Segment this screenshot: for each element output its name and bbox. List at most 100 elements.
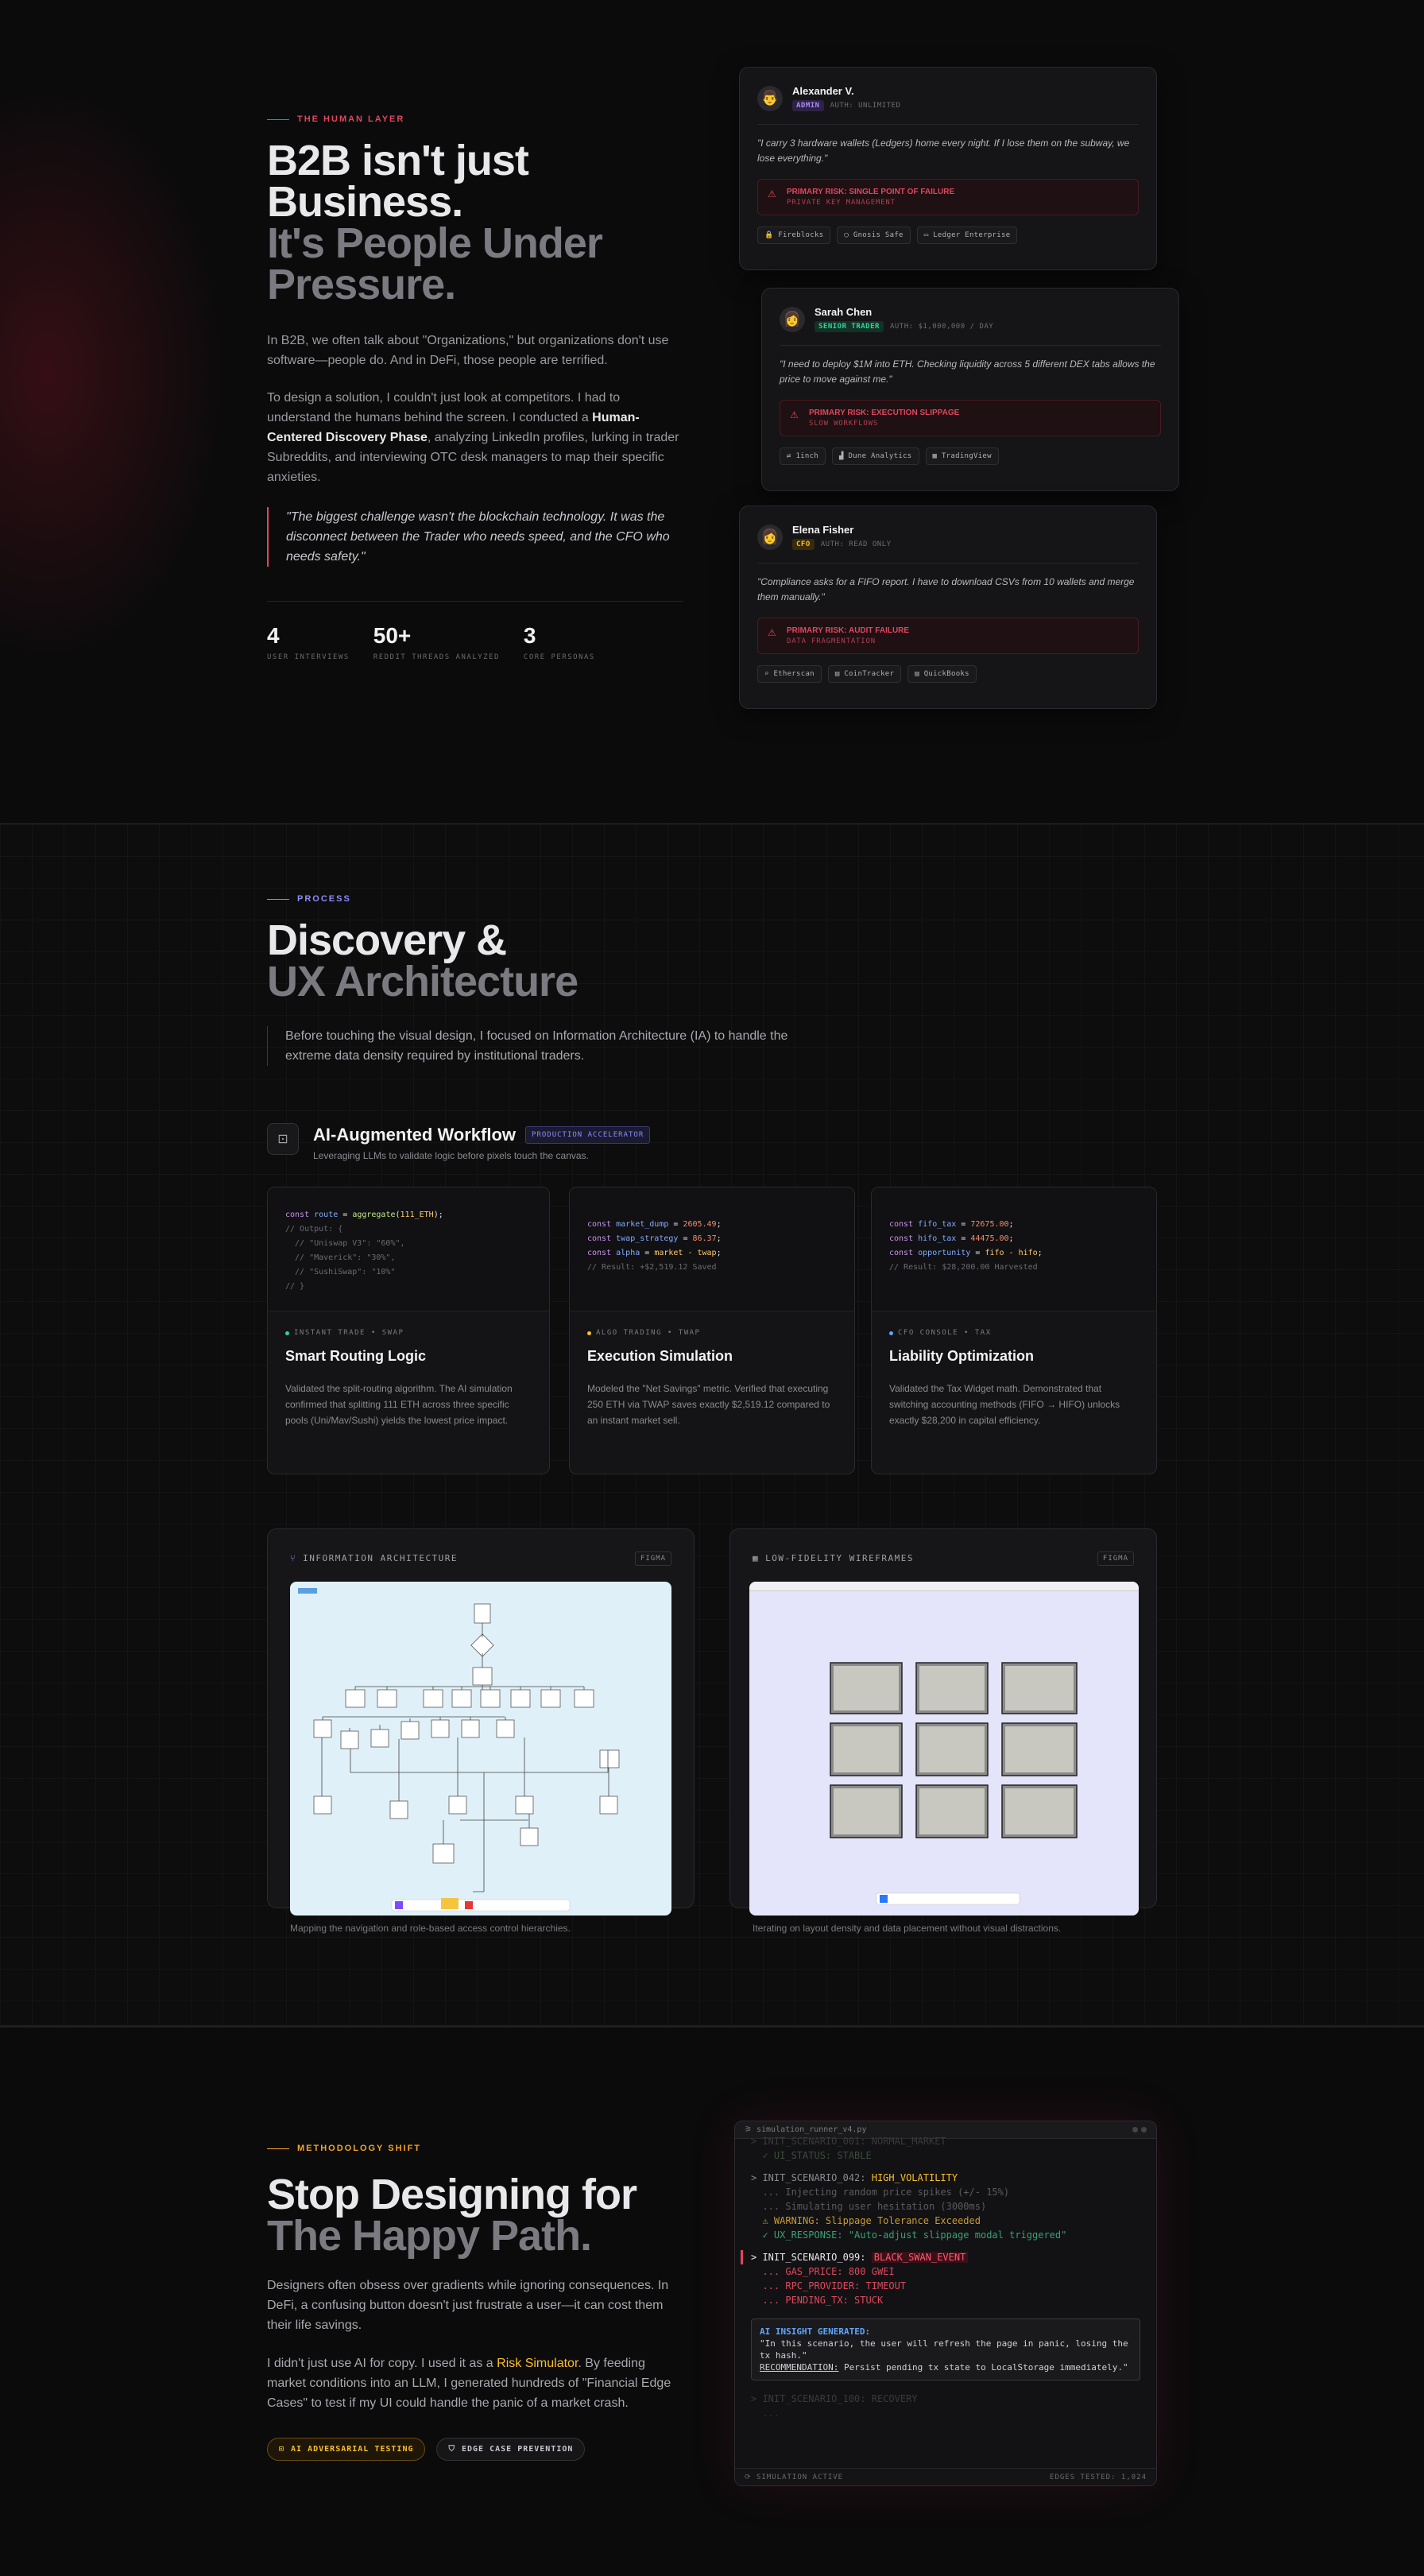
role-badge: CFO <box>792 539 815 550</box>
persona-quote: "I need to deploy $1M into ETH. Checking… <box>780 358 1155 385</box>
figma-badge[interactable]: FIGMA <box>1097 1551 1134 1566</box>
persona-name: Elena Fisher <box>792 524 854 536</box>
stats-row: 4 USER INTERVIEWS 50+ REDDIT THREADS ANALY… <box>267 623 595 661</box>
methodology-title: Stop Designing for The Happy Path. <box>267 2173 637 2257</box>
risk-subtitle: DATA FRAGMENTATION <box>787 637 876 645</box>
persona-card-trader[interactable]: 👩 Sarah Chen SENIOR TRADER AUTH: $1,000,… <box>761 288 1179 491</box>
persona-header: 👩 Elena Fisher CFO AUTH: READ ONLY <box>757 524 1139 550</box>
stat-label: CORE PERSONAS <box>523 653 595 661</box>
warning-icon: ⚠ <box>768 188 776 199</box>
risk-box: ⚠ PRIMARY RISK: SINGLE POINT OF FAILURE … <box>757 179 1139 215</box>
card-label: ALGO TRADING • TWAP <box>587 1329 837 1337</box>
persona-quote: "I carry 3 hardware wallets (Ledgers) ho… <box>757 138 1130 164</box>
role-badge: ADMIN <box>792 100 824 111</box>
filename-text: simulation_runner_v4.py <box>756 2125 867 2134</box>
avatar: 👩 <box>757 524 783 550</box>
risk-subtitle: SLOW WORKFLOWS <box>809 420 879 428</box>
workflow-card-routing[interactable]: const route = aggregate(111_ETH); // Out… <box>267 1187 550 1474</box>
tool-tag: ⌕ Etherscan <box>757 665 822 683</box>
figma-badge[interactable]: FIGMA <box>634 1551 671 1566</box>
shield-icon: ⛉ <box>448 2445 455 2454</box>
process-intro: Before touching the visual design, I foc… <box>267 1026 807 1066</box>
wireframes-caption: Iterating on layout density and data pla… <box>753 1923 1062 1934</box>
human-layer-title: B2B isn't just Business. It's People Und… <box>267 137 680 306</box>
divider <box>757 124 1139 125</box>
auth-level: AUTH: READ ONLY <box>820 540 892 548</box>
human-layer-para2: To design a solution, I couldn't just lo… <box>267 388 680 487</box>
methodology-para2: I didn't just use AI for copy. I used it… <box>267 2353 685 2413</box>
ia-header: ⑂ INFORMATION ARCHITECTURE <box>290 1553 458 1563</box>
methodology-pills: ⊡ AI ADVERSARIAL TESTING ⛉ EDGE CASE PREVE… <box>267 2438 586 2461</box>
title-line: Business. <box>267 178 463 226</box>
ia-flowchart <box>298 1588 620 1912</box>
ia-diagram-image[interactable] <box>290 1582 671 1916</box>
risk-title: PRIMARY RISK: EXECUTION SLIPPAGE <box>809 409 960 417</box>
code-snippet: const route = aggregate(111_ETH); // Out… <box>268 1187 549 1311</box>
persona-card-admin[interactable]: 👨 Alexander V. ADMIN AUTH: UNLIMITED "I … <box>739 67 1157 270</box>
tool-name: Ledger Enterprise <box>933 231 1011 239</box>
process-title: Discovery & UX Architecture <box>267 916 578 1003</box>
window-controls[interactable] <box>1132 2127 1147 2132</box>
divider <box>780 345 1161 346</box>
wireframe-grid <box>830 1662 1078 1905</box>
divider <box>267 601 683 602</box>
risk-title: PRIMARY RISK: SINGLE POINT OF FAILURE <box>787 188 955 196</box>
eyebrow-text: PROCESS <box>297 894 351 904</box>
eyebrow-text: METHODOLOGY SHIFT <box>297 2144 422 2153</box>
wireframes-title: LOW-FIDELITY WIREFRAMES <box>765 1553 914 1563</box>
pill-label: AI ADVERSARIAL TESTING <box>291 2445 414 2454</box>
label-text: CFO CONSOLE • TAX <box>898 1329 992 1337</box>
workflow-card-twap[interactable]: const market_dump = 2605.49; const twap_… <box>569 1187 855 1474</box>
process-eyebrow: PROCESS <box>267 894 351 904</box>
title-line: B2B isn't just <box>267 137 529 184</box>
persona-header: 👨 Alexander V. ADMIN AUTH: UNLIMITED <box>757 85 1139 111</box>
divider <box>757 563 1139 564</box>
layout-icon: ▦ <box>753 1553 760 1563</box>
workflow-card-tax[interactable]: const fifo_tax = 72675.00; const hifo_ta… <box>871 1187 1157 1474</box>
avatar: 👩 <box>780 306 805 332</box>
para-text: To design a solution, I couldn't just lo… <box>267 391 621 424</box>
insight-quote: "In this scenario, the user will refresh… <box>760 2338 1128 2361</box>
ai-adversarial-pill[interactable]: ⊡ AI ADVERSARIAL TESTING <box>267 2438 426 2461</box>
avatar: 👨 <box>757 85 783 111</box>
insight-title: AI INSIGHT GENERATED: <box>760 2326 871 2337</box>
edges-tested-count: EDGES TESTED: 1,024 <box>1050 2473 1147 2481</box>
ia-panel: ⑂ INFORMATION ARCHITECTURE FIGMA Mapping… <box>267 1528 695 1934</box>
process-section: PROCESS Discovery & UX Architecture Befo… <box>0 823 1424 2025</box>
human-layer-section: THE HUMAN LAYER B2B isn't just Business.… <box>0 0 1424 823</box>
wireframes-image[interactable] <box>749 1582 1139 1916</box>
risk-box: ⚠ PRIMARY RISK: AUDIT FAILURE DATA FRAGM… <box>757 618 1139 654</box>
label-text: ALGO TRADING • TWAP <box>596 1329 701 1337</box>
stat-label: USER INTERVIEWS <box>267 653 350 661</box>
auth-level: AUTH: $1,000,000 / DAY <box>889 323 994 331</box>
role-badge: SENIOR TRADER <box>815 321 884 332</box>
persona-card-cfo[interactable]: 👩 Elena Fisher CFO AUTH: READ ONLY "Comp… <box>739 506 1157 709</box>
persona-name: Alexander V. <box>792 85 854 97</box>
methodology-section: METHODOLOGY SHIFT Stop Designing for The… <box>0 2025 1424 2576</box>
robot-icon: ⊡ <box>279 2445 285 2454</box>
tool-tag: ▦ TradingView <box>925 447 999 465</box>
card-label: CFO CONSOLE • TAX <box>889 1329 1139 1337</box>
human-layer-eyebrow: THE HUMAN LAYER <box>267 114 404 124</box>
ia-caption: Mapping the navigation and role-based ac… <box>290 1923 571 1934</box>
tool-tag: 🔒 Fireblocks <box>757 227 831 244</box>
edge-case-pill[interactable]: ⛉ EDGE CASE PREVENTION <box>436 2438 586 2461</box>
card-title: Liability Optimization <box>889 1348 1035 1364</box>
warning-icon: ⚠ <box>768 627 776 638</box>
title-line: Discovery & <box>267 916 507 964</box>
workflow-title: AI-Augmented Workflow <box>313 1125 517 1145</box>
risk-subtitle: PRIVATE KEY MANAGEMENT <box>787 199 896 207</box>
branch-icon: ⑂ <box>290 1553 297 1563</box>
tool-tag: ▟ Dune Analytics <box>832 447 919 465</box>
persona-name: Sarah Chen <box>815 306 873 318</box>
risk-box: ⚠ PRIMARY RISK: EXECUTION SLIPPAGE SLOW … <box>780 400 1161 436</box>
workflow-badge: PRODUCTION ACCELERATOR <box>525 1126 651 1144</box>
code-snippet: const market_dump = 2605.49; const twap_… <box>570 1187 854 1311</box>
human-layer-para1: In B2B, we often talk about "Organizatio… <box>267 334 669 367</box>
canvas-tabs <box>749 1582 1139 1591</box>
terminal-filename: ⚞ simulation_runner_v4.py <box>745 2125 867 2134</box>
simulation-terminal[interactable]: ⚞ simulation_runner_v4.py > INIT_SCENARI… <box>734 2121 1157 2486</box>
workflow-subtitle: Leveraging LLMs to validate logic before… <box>313 1150 589 1161</box>
warning-icon: ⚠ <box>790 409 799 420</box>
label-text: INSTANT TRADE • SWAP <box>294 1329 404 1337</box>
